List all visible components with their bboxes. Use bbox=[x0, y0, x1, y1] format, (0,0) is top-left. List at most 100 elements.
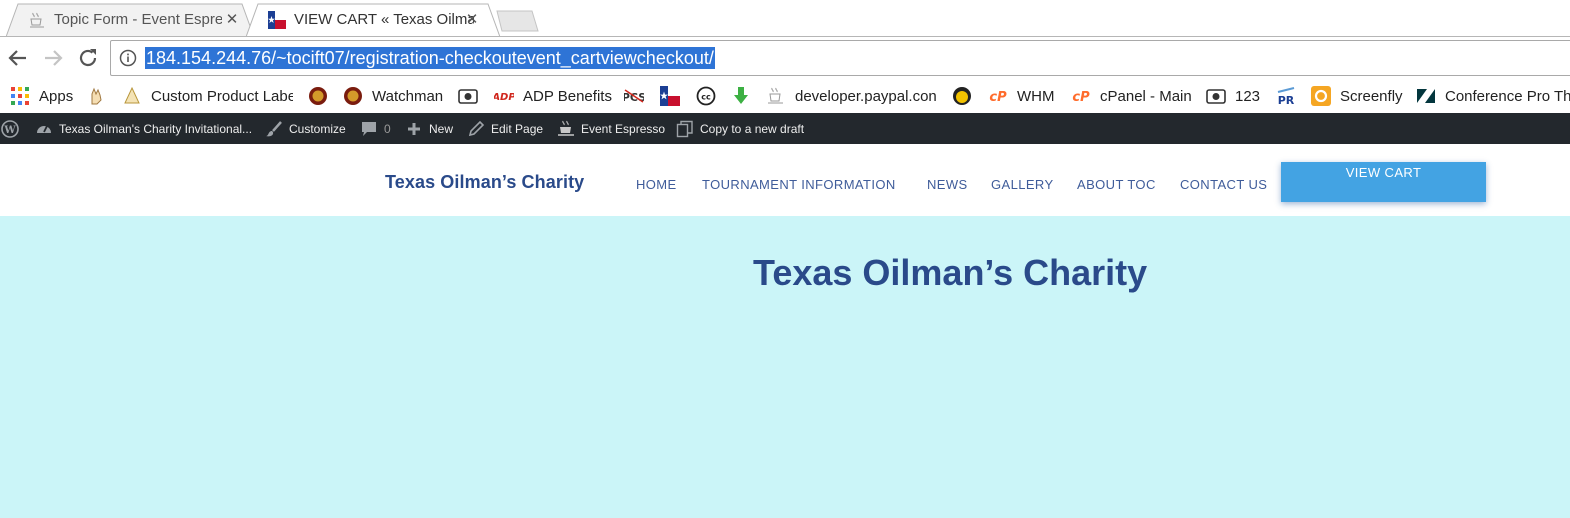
close-icon[interactable]: ✕ bbox=[224, 10, 240, 28]
bookmark-hand[interactable] bbox=[86, 84, 106, 108]
cone-icon bbox=[124, 86, 140, 104]
bookmark-label: Watchman bbox=[372, 87, 444, 105]
bookmark-label: WHM bbox=[1017, 87, 1055, 105]
coffee-cup-icon bbox=[30, 12, 44, 28]
tab-topic-form[interactable]: Topic Form - Event Espre ✕ bbox=[6, 3, 254, 37]
event-espresso-label: Event Espresso bbox=[581, 122, 666, 136]
copy-to-draft-link[interactable]: Copy to a new draft bbox=[676, 120, 804, 138]
tab-view-cart[interactable]: VIEW CART « Texas Oilma ✕ bbox=[246, 3, 500, 37]
apps-grid-icon bbox=[11, 87, 29, 105]
info-icon[interactable] bbox=[119, 49, 137, 67]
bookmarks-bar: Apps Custom Product Labe Watchman ADP bbox=[0, 79, 1570, 113]
camera-icon bbox=[458, 89, 478, 104]
new-label: New bbox=[429, 122, 454, 136]
pcs-logo-icon: PCS bbox=[624, 89, 644, 104]
dashboard-icon bbox=[37, 125, 51, 133]
tab-title: Topic Form - Event Espre bbox=[54, 11, 222, 28]
bookmark-texas-flag[interactable] bbox=[660, 84, 680, 108]
seal-icon bbox=[309, 87, 327, 105]
close-icon[interactable]: ✕ bbox=[464, 10, 480, 28]
copy-draft-label: Copy to a new draft bbox=[700, 122, 805, 136]
bookmark-label: Conference Pro Th bbox=[1445, 87, 1570, 105]
site-name-link[interactable]: Texas Oilman's Charity Invitational... bbox=[35, 120, 252, 138]
bookmark-cpanel-main[interactable]: cP cPanel - Main bbox=[1071, 84, 1192, 108]
wordpress-icon: W bbox=[1, 120, 19, 138]
bookmark-face[interactable] bbox=[952, 84, 972, 108]
hand-icon bbox=[91, 87, 102, 105]
bookmark-label: ADP Benefits bbox=[523, 87, 612, 105]
bookmark-developer-paypal[interactable]: developer.paypal.con bbox=[766, 84, 937, 108]
seal-icon bbox=[344, 87, 362, 105]
paintbrush-icon bbox=[266, 121, 282, 137]
bookmark-123[interactable]: 123 bbox=[1206, 84, 1260, 108]
plus-icon bbox=[408, 123, 420, 135]
site-name-label: Texas Oilman's Charity Invitational... bbox=[59, 122, 253, 136]
bookmark-label: 123 bbox=[1235, 87, 1261, 105]
bookmark-creative-commons[interactable]: cc bbox=[696, 84, 716, 108]
url-text[interactable]: 184.154.244.76/~tocift07/registration-ch… bbox=[145, 47, 715, 69]
bookmark-label: Screenfly bbox=[1340, 87, 1403, 105]
bookmark-conference-pro[interactable]: Conference Pro Th bbox=[1416, 84, 1570, 108]
bookmark-adp-benefits[interactable]: ADP ADP Benefits bbox=[494, 84, 612, 108]
bookmark-apps[interactable]: Apps bbox=[10, 84, 73, 108]
comments-count: 0 bbox=[384, 122, 391, 136]
site-header: Texas Oilman’s Charity HOME TOURNAMENT I… bbox=[0, 144, 1570, 216]
hero-title: Texas Oilman’s Charity bbox=[753, 252, 1148, 293]
nav-tournament-information[interactable]: TOURNAMENT INFORMATION bbox=[702, 177, 896, 192]
edit-page-link[interactable]: Edit Page bbox=[467, 120, 543, 138]
pr-logo-icon: PR bbox=[1276, 86, 1296, 106]
nav-news[interactable]: NEWS bbox=[927, 177, 968, 192]
download-arrow-icon bbox=[734, 87, 748, 104]
svg-text:ADP: ADP bbox=[494, 92, 514, 103]
creative-commons-icon: cc bbox=[696, 86, 716, 106]
cpanel-icon: cP bbox=[1072, 90, 1090, 105]
comment-bubble-icon bbox=[362, 122, 376, 136]
browser-toolbar: 184.154.244.76/~tocift07/registration-ch… bbox=[0, 37, 1570, 79]
comments-link[interactable]: 0 bbox=[360, 120, 391, 138]
bookmark-label: Apps bbox=[39, 87, 74, 105]
bookmark-watchman[interactable]: Watchman bbox=[343, 84, 443, 108]
cpanel-icon: cP bbox=[989, 90, 1007, 105]
event-espresso-link[interactable]: Event Espresso bbox=[557, 120, 665, 138]
reload-icon[interactable] bbox=[76, 46, 100, 70]
svg-text:cP: cP bbox=[989, 90, 1007, 105]
bookmark-whm[interactable]: cP WHM bbox=[988, 84, 1055, 108]
edit-page-label: Edit Page bbox=[491, 122, 544, 136]
coffee-cup-icon bbox=[768, 87, 783, 104]
bookmark-label: developer.paypal.con bbox=[795, 87, 937, 105]
nav-home[interactable]: HOME bbox=[636, 177, 677, 192]
view-cart-button[interactable]: VIEW CART bbox=[1281, 162, 1486, 202]
svg-text:PCS: PCS bbox=[624, 91, 644, 104]
address-bar[interactable]: 184.154.244.76/~tocift07/registration-ch… bbox=[110, 40, 1570, 76]
svg-text:W: W bbox=[3, 125, 16, 136]
face-icon bbox=[953, 87, 971, 105]
bookmark-custom-product-labels[interactable]: Custom Product Labe bbox=[122, 84, 293, 108]
bookmark-label: cPanel - Main bbox=[1100, 87, 1192, 105]
customize-link[interactable]: Customize bbox=[265, 120, 346, 138]
wordpress-logo-button[interactable]: W bbox=[1, 120, 19, 138]
bookmark-camera[interactable] bbox=[458, 84, 478, 108]
svg-text:PR: PR bbox=[1278, 94, 1295, 106]
bookmark-screenfly[interactable]: Screenfly bbox=[1311, 84, 1403, 108]
bookmark-seal[interactable] bbox=[308, 84, 328, 108]
hero-section: Texas Oilman’s Charity bbox=[0, 216, 1570, 518]
bookmark-download[interactable] bbox=[731, 84, 751, 108]
nav-contact-us[interactable]: CONTACT US bbox=[1180, 177, 1267, 192]
texas-flag-icon bbox=[268, 11, 286, 29]
camera-icon bbox=[1206, 89, 1226, 104]
screenfly-icon bbox=[1311, 86, 1331, 106]
back-arrow-icon[interactable] bbox=[6, 46, 30, 70]
forward-arrow-icon[interactable] bbox=[41, 46, 65, 70]
bookmark-pr[interactable]: PR bbox=[1276, 84, 1296, 108]
nav-about-toc[interactable]: ABOUT TOC bbox=[1077, 177, 1156, 192]
site-logo[interactable]: Texas Oilman’s Charity bbox=[385, 172, 584, 193]
customize-label: Customize bbox=[289, 122, 346, 136]
wp-admin-bar: W Texas Oilman's Charity Invitational...… bbox=[0, 113, 1570, 144]
svg-text:cc: cc bbox=[701, 93, 711, 102]
bookmark-label: Custom Product Labe bbox=[151, 87, 293, 105]
new-tab-button[interactable] bbox=[496, 10, 540, 32]
nav-gallery[interactable]: GALLERY bbox=[991, 177, 1054, 192]
new-content-link[interactable]: New bbox=[405, 120, 453, 138]
bookmark-pcs[interactable]: PCS bbox=[624, 84, 644, 108]
zendesk-icon bbox=[1417, 89, 1435, 103]
